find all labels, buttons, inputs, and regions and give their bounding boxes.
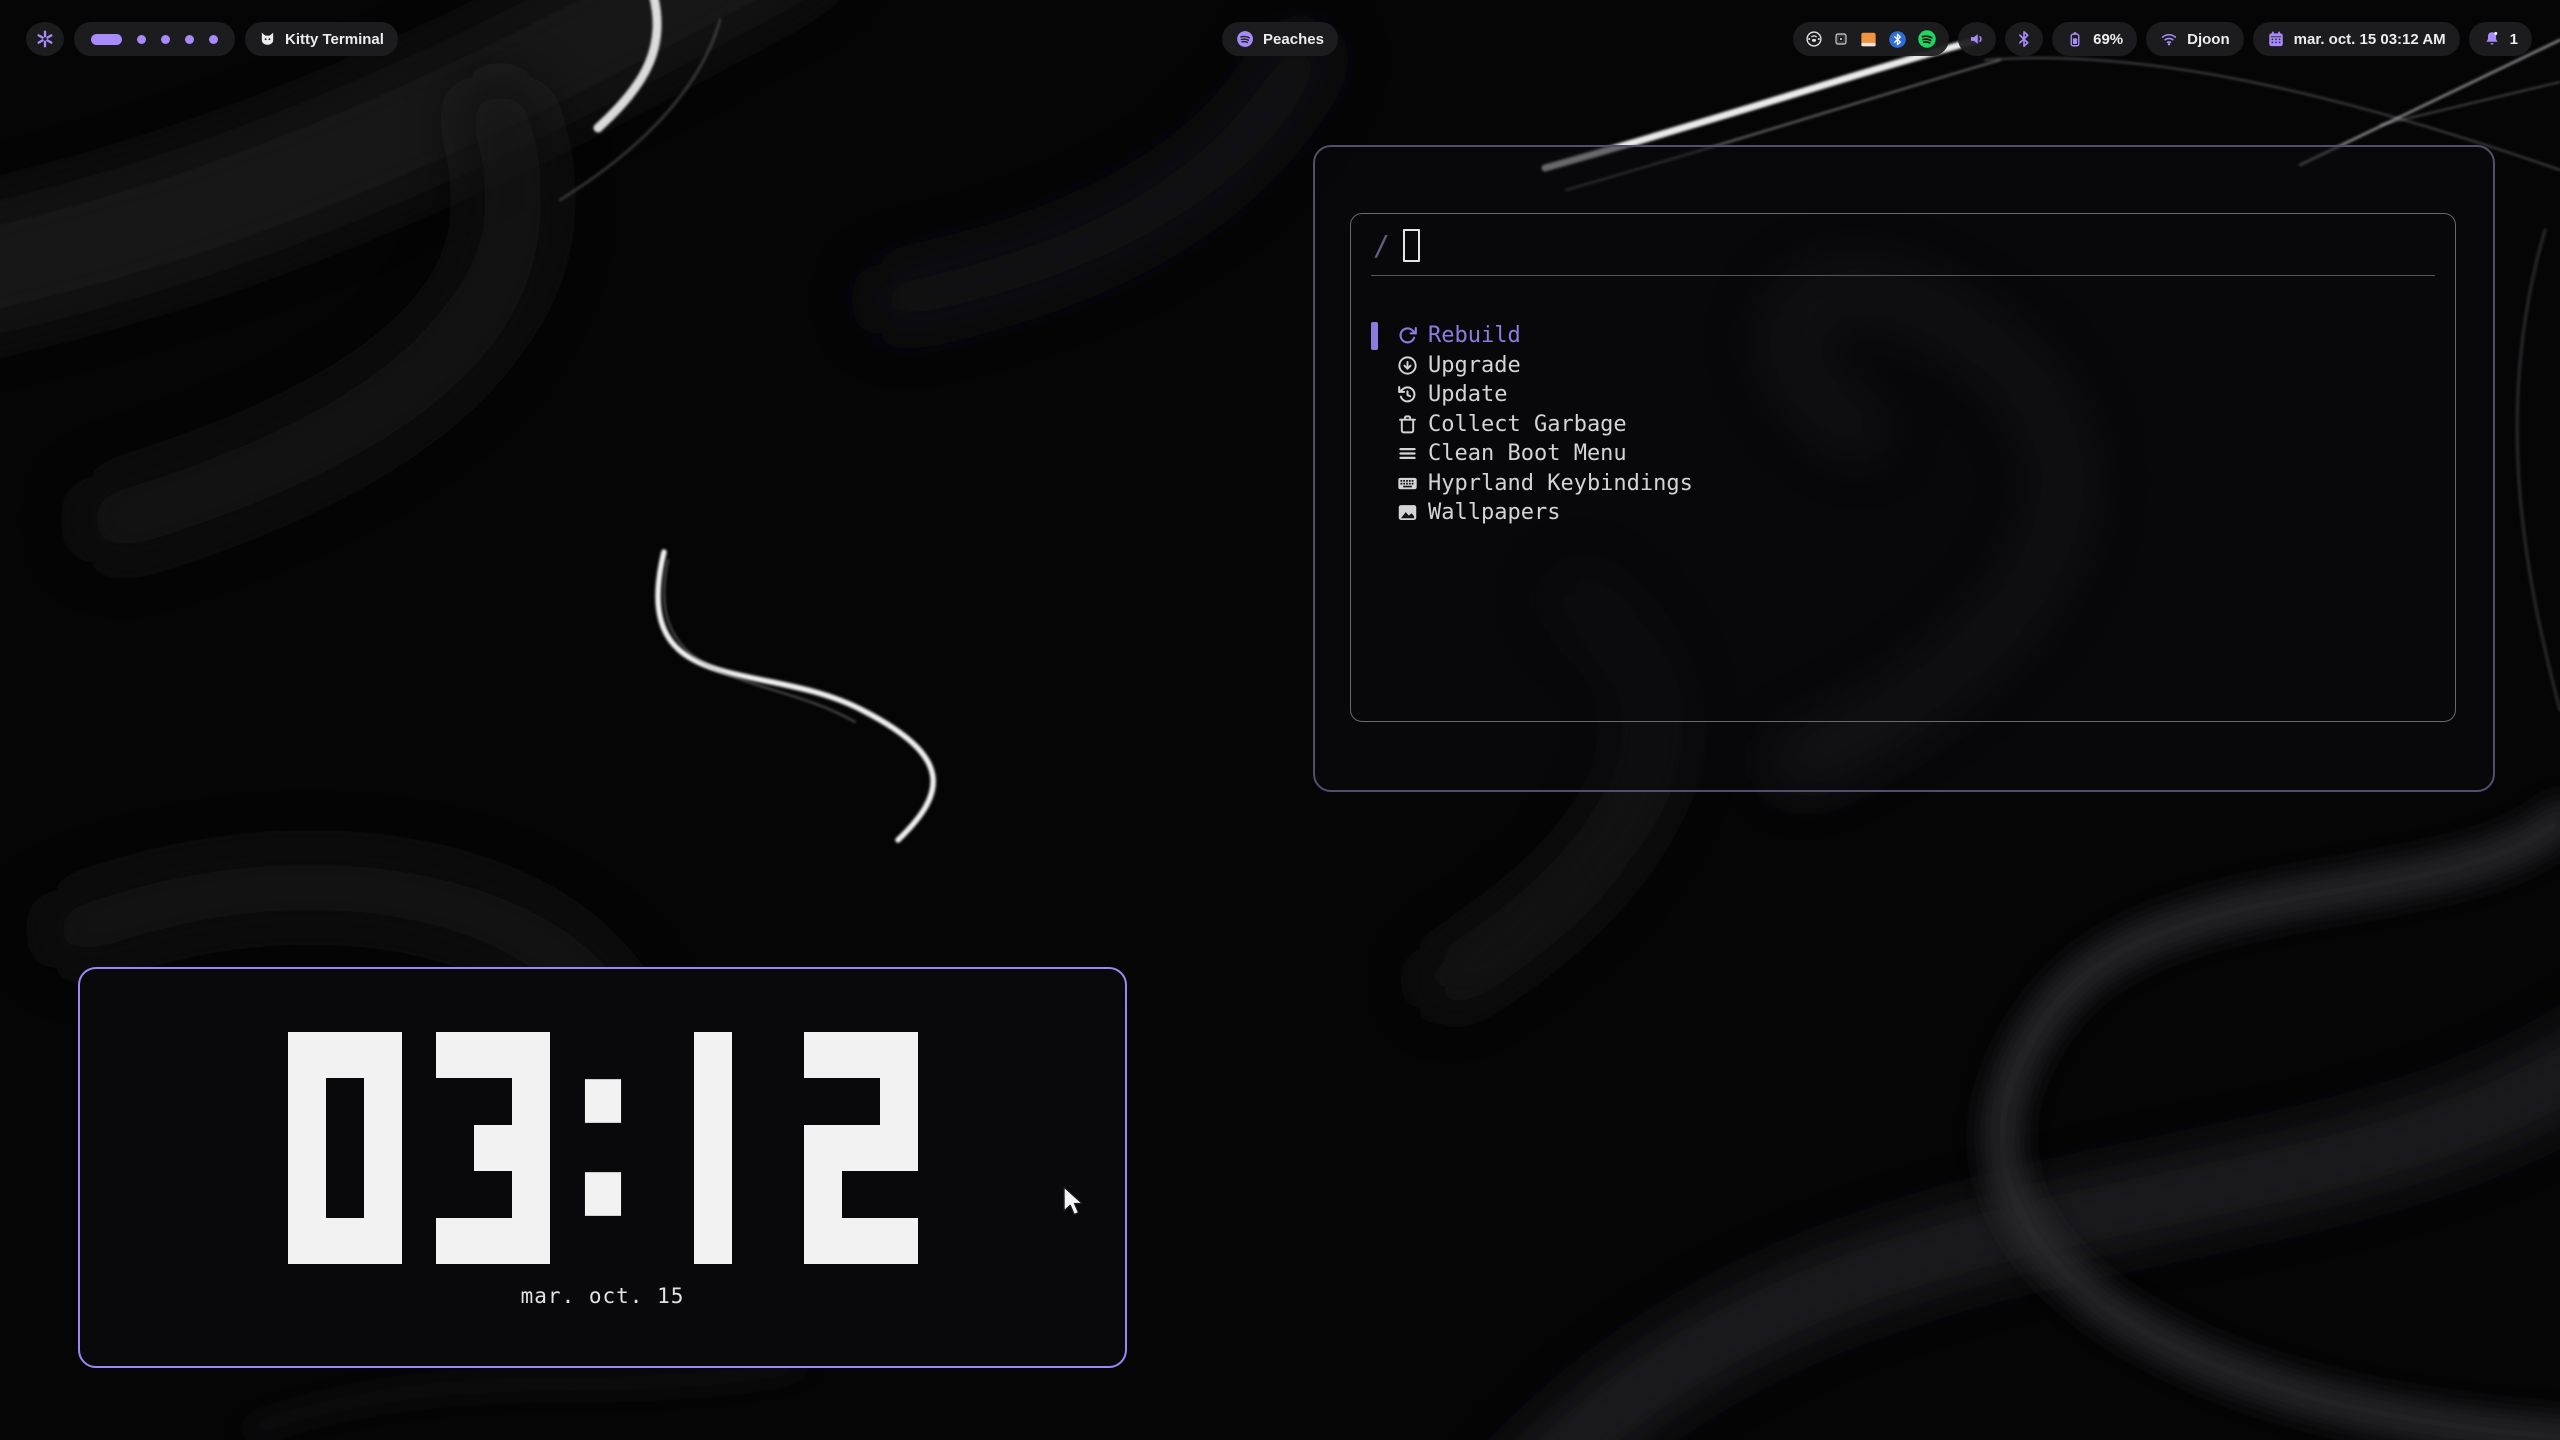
desktop: Kitty Terminal Peaches xyxy=(0,0,2560,1440)
selection-bar xyxy=(1371,440,1378,468)
menu-lines-icon xyxy=(1397,443,1418,464)
time-digit xyxy=(656,1032,770,1264)
spotify-icon xyxy=(1236,30,1254,48)
image-icon xyxy=(1397,502,1418,523)
menu-item-label: Clean Boot Menu xyxy=(1428,441,1627,466)
topbar-center: Peaches xyxy=(1222,22,1338,56)
speaker-icon xyxy=(1968,30,1986,48)
workspace-dot[interactable] xyxy=(209,35,218,44)
trash-icon xyxy=(1397,414,1418,435)
workspace-dot[interactable] xyxy=(185,35,194,44)
history-icon xyxy=(1397,384,1418,405)
snowflake-icon xyxy=(35,29,55,49)
topbar-left: Kitty Terminal xyxy=(26,22,398,56)
active-window-title: Kitty Terminal xyxy=(285,31,384,48)
files-icon[interactable] xyxy=(1859,30,1878,49)
selection-bar xyxy=(1371,469,1378,497)
notifications-pill[interactable]: 1 xyxy=(2469,22,2532,56)
launcher-panel: / Rebuild Upgrade xyxy=(1313,145,2495,792)
active-window-pill[interactable]: Kitty Terminal xyxy=(245,22,398,56)
menu-item-label: Collect Garbage xyxy=(1428,412,1627,437)
selection-bar xyxy=(1371,351,1378,379)
network-pill[interactable]: Djoon xyxy=(2146,22,2244,56)
keyboard-icon xyxy=(1397,473,1418,494)
system-tray[interactable] xyxy=(1793,22,1949,56)
snowflake-icon xyxy=(35,29,55,49)
search-input[interactable]: / xyxy=(1351,214,2455,262)
menu-item-label: Upgrade xyxy=(1428,353,1521,378)
datetime-pill[interactable]: mar. oct. 15 03:12 AM xyxy=(2253,22,2460,56)
network-ssid: Djoon xyxy=(2187,31,2230,48)
workspace-active[interactable] xyxy=(91,34,122,45)
rotate-cw-icon xyxy=(1397,325,1418,346)
battery-percent: 69% xyxy=(2093,31,2123,48)
menu-item-label: Update xyxy=(1428,382,1507,407)
menu-item-label: Rebuild xyxy=(1428,323,1521,348)
spotify-tray-icon[interactable] xyxy=(1917,29,1937,49)
image-icon xyxy=(1397,502,1418,523)
battery-pill[interactable]: 69% xyxy=(2052,22,2137,56)
topbar-right: 69% Djoon mar xyxy=(1793,22,2532,56)
mouse-cursor xyxy=(1062,1186,1088,1220)
bluetooth-icon xyxy=(2015,30,2033,48)
menu-lines-icon xyxy=(1397,443,1418,464)
clock-date: mar. oct. 15 xyxy=(80,1284,1125,1308)
menu-item[interactable]: Upgrade xyxy=(1351,351,2455,381)
menu-item[interactable]: Clean Boot Menu xyxy=(1351,439,2455,469)
bluetooth-tray-icon[interactable] xyxy=(1888,30,1907,49)
time-digit xyxy=(436,1032,550,1264)
screen-recorder-icon[interactable] xyxy=(1805,30,1823,48)
rotate-cw-icon xyxy=(1397,325,1418,346)
media-track-title: Peaches xyxy=(1263,31,1324,48)
workspaces-indicator[interactable] xyxy=(74,22,235,56)
menu-item[interactable]: Update xyxy=(1351,380,2455,410)
phone-icon[interactable] xyxy=(1833,31,1849,47)
volume-pill[interactable] xyxy=(1958,22,1996,56)
calendar-icon xyxy=(2267,30,2285,48)
launcher-button[interactable] xyxy=(26,22,64,56)
history-icon xyxy=(1397,384,1418,405)
menu-item-label: Wallpapers xyxy=(1428,500,1560,525)
workspace-dot[interactable] xyxy=(137,35,146,44)
menu-item[interactable]: Hyprland Keybindings xyxy=(1351,469,2455,499)
launcher-menu-list: Rebuild Upgrade Update xyxy=(1351,321,2455,528)
selection-bar xyxy=(1371,322,1378,350)
spotify-icon xyxy=(1236,30,1254,48)
time-colon xyxy=(584,1032,622,1264)
battery-icon xyxy=(2066,30,2084,48)
arrow-down-circle-icon xyxy=(1397,355,1418,376)
digital-time xyxy=(80,1032,1125,1264)
trash-icon xyxy=(1397,414,1418,435)
prompt-symbol: / xyxy=(1373,229,1390,262)
wifi-icon xyxy=(2160,30,2178,48)
menu-item[interactable]: Rebuild xyxy=(1351,321,2455,351)
cat-icon xyxy=(259,31,276,48)
notification-count: 1 xyxy=(2510,31,2518,48)
launcher-inner-box: / Rebuild Upgrade xyxy=(1350,213,2456,722)
time-digit xyxy=(804,1032,918,1264)
selection-bar xyxy=(1371,499,1378,527)
workspace-dot[interactable] xyxy=(161,35,170,44)
selection-bar xyxy=(1371,410,1378,438)
bell-icon xyxy=(2483,30,2501,48)
divider xyxy=(1371,275,2435,276)
menu-item-label: Hyprland Keybindings xyxy=(1428,471,1693,496)
cat-icon xyxy=(259,31,276,48)
datetime-text: mar. oct. 15 03:12 AM xyxy=(2294,31,2446,48)
clock-widget: mar. oct. 15 xyxy=(78,967,1127,1368)
menu-item[interactable]: Wallpapers xyxy=(1351,498,2455,528)
time-digit xyxy=(288,1032,402,1264)
selection-bar xyxy=(1371,381,1378,409)
bluetooth-pill[interactable] xyxy=(2005,22,2043,56)
media-player-pill[interactable]: Peaches xyxy=(1222,22,1338,56)
keyboard-icon xyxy=(1397,473,1418,494)
text-cursor xyxy=(1403,229,1420,262)
menu-item[interactable]: Collect Garbage xyxy=(1351,410,2455,440)
arrow-down-circle-icon xyxy=(1397,355,1418,376)
